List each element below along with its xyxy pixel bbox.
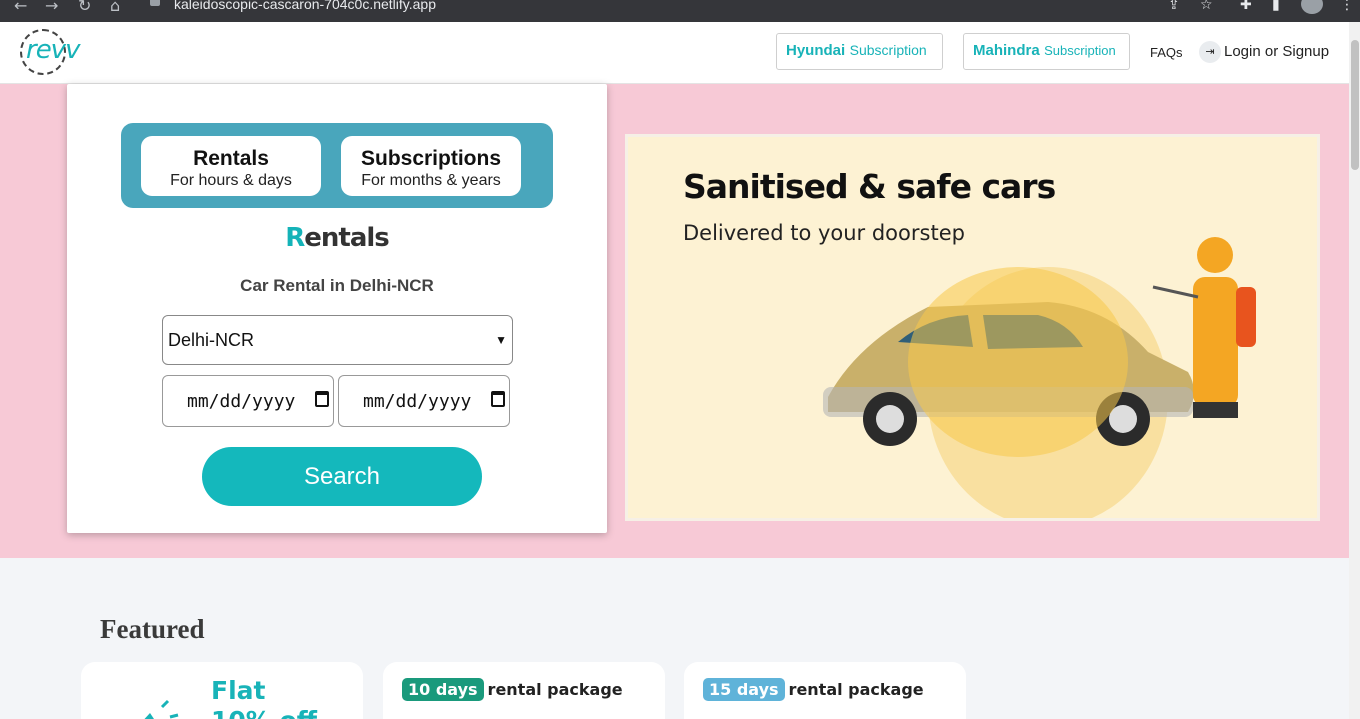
badge-15-days: 15 days (703, 678, 785, 701)
sanitised-car-illustration (823, 237, 1256, 518)
profile-avatar[interactable] (1301, 0, 1323, 14)
menu-icon[interactable]: ⋮ (1340, 0, 1354, 13)
featured-card-flat-off[interactable]: Flat 10% off (81, 662, 363, 719)
login-label: Login or Signup (1224, 42, 1330, 60)
calendar-icon[interactable] (315, 391, 329, 407)
star-icon[interactable]: ☆ (1200, 0, 1213, 13)
tab-subscriptions-title: Subscriptions (360, 147, 502, 170)
start-date-placeholder: mm/dd/yyyy (187, 391, 296, 412)
rentals-logo-initial: R (285, 223, 305, 253)
revv-logo[interactable]: revv (20, 29, 84, 75)
city-select-value: Delhi-NCR (168, 330, 255, 350)
share-icon[interactable]: ⇪ (1168, 0, 1180, 13)
megaphone-icon (144, 699, 179, 719)
badge-10-days: 10 days (402, 678, 484, 701)
package-15-days: 15 days rental package (703, 678, 924, 701)
start-date-input[interactable]: mm/dd/yyyy (162, 375, 334, 427)
calendar-icon[interactable] (491, 391, 505, 407)
browser-toolbar: ← → ↻ ⌂ kaleidoscopic-cascaron-704c0c.ne… (0, 0, 1360, 22)
back-arrow-icon[interactable]: ← (14, 0, 27, 14)
tab-rentals[interactable]: Rentals For hours & days (141, 136, 321, 196)
featured-flat-text: Flat (211, 676, 266, 705)
reload-icon[interactable]: ↻ (78, 0, 91, 14)
promo-banner[interactable]: Sanitised & safe cars Delivered to your … (625, 134, 1320, 521)
featured-title: Featured (100, 614, 205, 644)
featured-card-10-days[interactable]: 10 days rental package (383, 662, 665, 719)
login-signup-link[interactable]: ⇥ Login or Signup (1199, 41, 1329, 63)
hyundai-subscription-button[interactable]: Hyundai Subscription (776, 33, 943, 70)
scrollbar-thumb[interactable] (1351, 40, 1359, 170)
end-date-input[interactable]: mm/dd/yyyy (338, 375, 510, 427)
side-panel-icon[interactable]: ▮ (1272, 0, 1280, 13)
mahindra-subscription-label: Subscription (1044, 43, 1116, 58)
extensions-icon[interactable]: ✚ (1240, 0, 1252, 13)
package-10-days: 10 days rental package (402, 678, 623, 701)
rentals-logo: Rentals (67, 223, 607, 253)
tab-rentals-subtitle: For hours & days (170, 172, 292, 189)
logo-text: revv (26, 35, 80, 65)
end-date-placeholder: mm/dd/yyyy (363, 391, 472, 412)
lock-icon (150, 0, 160, 6)
page: revv Hyundai Subscription Mahindra Subsc… (0, 22, 1349, 719)
tab-rentals-title: Rentals (193, 147, 269, 170)
mahindra-subscription-button[interactable]: Mahindra Subscription (963, 33, 1130, 70)
faqs-link[interactable]: FAQs (1150, 45, 1183, 60)
hyundai-subscription-label: Subscription (849, 42, 927, 58)
forward-arrow-icon[interactable]: → (45, 0, 58, 14)
city-select[interactable]: Delhi-NCR ▼ (162, 315, 513, 365)
search-card: Rentals For hours & days Subscriptions F… (67, 84, 607, 533)
login-icon: ⇥ (1199, 41, 1221, 63)
search-button[interactable]: Search (202, 447, 482, 506)
hyundai-brand: Hyundai (786, 42, 846, 59)
tab-subscriptions[interactable]: Subscriptions For months & years (341, 136, 521, 196)
tab-subscriptions-subtitle: For months & years (361, 172, 501, 189)
rentals-logo-rest: entals (304, 223, 390, 253)
site-header: revv Hyundai Subscription Mahindra Subsc… (0, 22, 1349, 84)
home-icon[interactable]: ⌂ (110, 0, 120, 14)
city-title: Car Rental in Delhi-NCR (240, 276, 434, 295)
featured-discount-text: 10% off (211, 706, 317, 719)
mode-toggle: Rentals For hours & days Subscriptions F… (121, 123, 553, 208)
featured-card-15-days[interactable]: 15 days rental package (684, 662, 966, 719)
mahindra-brand: Mahindra (973, 42, 1040, 59)
address-bar[interactable]: kaleidoscopic-cascaron-704c0c.netlify.ap… (174, 0, 436, 12)
package-text: rental package (788, 680, 924, 699)
package-text: rental package (487, 680, 623, 699)
chevron-down-icon: ▼ (495, 333, 507, 347)
